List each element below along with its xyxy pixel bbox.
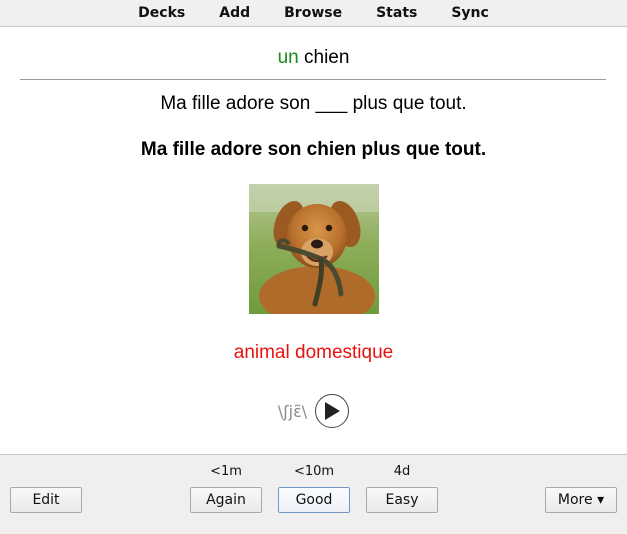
pronunciation-text: \ʃjɛ̃\	[277, 401, 308, 421]
good-interval: <10m	[293, 464, 335, 479]
toolbar-stats[interactable]: Stats	[359, 1, 434, 25]
again-interval: <1m	[210, 464, 242, 479]
easy-interval: 4d	[393, 464, 411, 479]
toolbar-add[interactable]: Add	[202, 1, 267, 25]
play-button[interactable]	[315, 394, 350, 428]
pronunciation-row: \ʃjɛ̃\	[0, 392, 627, 430]
card-view: un chien Ma fille adore son ___ plus que…	[0, 27, 627, 454]
easy-button[interactable]: Easy	[366, 487, 438, 513]
toolbar-sync[interactable]: Sync	[434, 1, 505, 25]
main-toolbar: Decks Add Browse Stats Sync	[0, 0, 627, 27]
play-icon	[325, 402, 341, 420]
again-button[interactable]: Again	[190, 487, 262, 513]
answer-divider	[20, 79, 606, 80]
dog-photo	[249, 184, 379, 314]
answer-sentence: Ma fille adore son chien plus que tout.	[140, 139, 487, 160]
toolbar-browse[interactable]: Browse	[267, 1, 359, 25]
edit-button[interactable]: Edit	[10, 487, 82, 513]
answer-bar: Edit <1m Again <10m Good 4d Easy More ▾	[0, 454, 627, 534]
cloze-sentence: Ma fille adore son ___ plus que tout.	[160, 93, 467, 114]
good-button[interactable]: Good	[278, 487, 350, 513]
toolbar-decks[interactable]: Decks	[121, 1, 202, 25]
category-label: animal domestique	[233, 342, 394, 363]
word-text: chien	[304, 47, 350, 68]
dog-illustration	[249, 184, 379, 314]
more-button[interactable]: More ▾	[545, 487, 617, 513]
article-text: un	[277, 47, 299, 68]
card-front: un chien	[0, 47, 627, 69]
